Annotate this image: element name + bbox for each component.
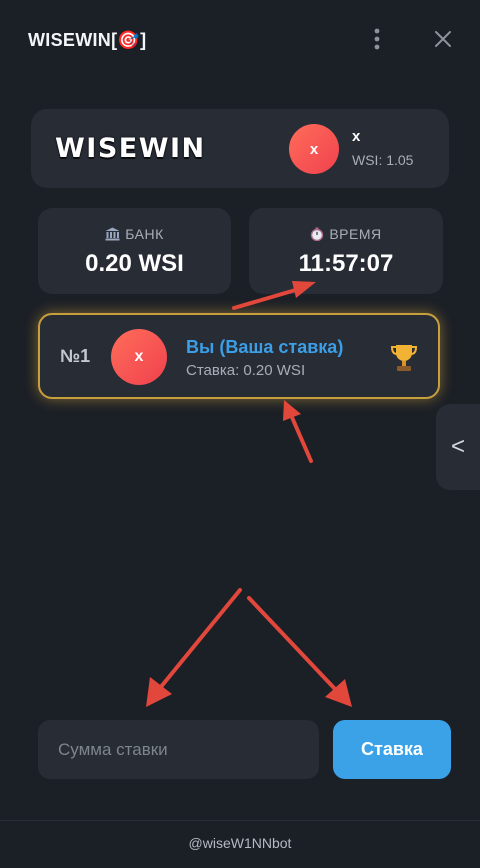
username: x [352,128,361,145]
chevron-left-icon: < [450,433,465,460]
stopwatch-icon [311,227,324,241]
bet-list-item: №1 x Вы (Ваша ставка) Ставка: 0.20 WSI [38,313,440,399]
more-vertical-icon [374,28,380,50]
arrowhead-to-bet-button [325,679,352,707]
bank-label-row: БАНК [38,226,231,242]
bet-amount-input[interactable] [38,720,319,779]
profile-card: WISEWIN x x WSI: 1.05 [31,109,449,188]
footer: @wiseW1NNbot [0,820,480,868]
more-options-button[interactable] [364,26,390,52]
sidebar-toggle-button[interactable]: < [436,404,480,490]
bank-label: БАНК [125,226,164,242]
bet-rank: №1 [60,346,91,366]
app-title: WISEWIN[🎯] [28,30,147,50]
bank-icon [105,227,120,241]
time-card: ВРЕМЯ 11:57:07 [249,208,443,294]
arrow-to-bet-card [289,413,313,463]
place-bet-button[interactable]: Ставка [333,720,451,779]
bet-avatar-letter: x [134,348,144,365]
close-icon [435,31,451,47]
bank-value: 0.20 WSI [85,250,184,277]
brand-logo: WISEWIN [55,133,206,164]
title-bar: WISEWIN[🎯] [0,0,480,78]
avatar: x [289,124,339,174]
bet-amount: Ставка: 0.20 WSI [186,362,306,379]
time-value: 11:57:07 [298,250,394,277]
close-button[interactable] [430,26,456,52]
arrow-to-amount-input [158,588,242,690]
bot-handle[interactable]: @wiseW1NNbot [0,835,480,851]
arrow-to-bet-button [247,596,337,691]
arrowhead-to-bet-card [283,400,301,421]
bet-avatar: x [111,329,167,385]
trophy-icon [390,345,418,371]
avatar-letter: x [309,140,319,158]
time-label: ВРЕМЯ [329,226,382,242]
time-label-row: ВРЕМЯ [249,226,443,242]
user-balance: WSI: 1.05 [352,152,414,168]
arrowhead-to-amount-input [146,677,172,707]
bet-player-name: Вы (Ваша ставка) [186,337,344,357]
bank-card: БАНК 0.20 WSI [38,208,231,294]
